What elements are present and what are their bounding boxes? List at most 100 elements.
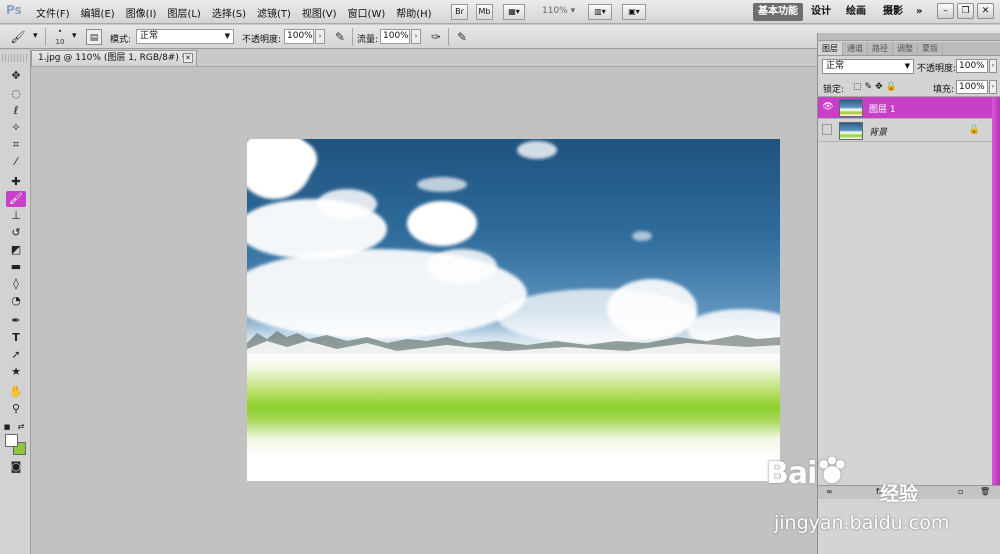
flow-slider-toggle[interactable]: ›	[411, 29, 421, 44]
hand-tool-icon[interactable]: ✋	[6, 384, 26, 400]
layer-row[interactable]: 背景 🔒	[818, 120, 992, 142]
view-extras-button[interactable]: ▦▾	[503, 4, 525, 20]
delete-layer-icon[interactable]: 🗑	[980, 487, 990, 496]
menu-window[interactable]: 窗口(W)	[348, 5, 386, 20]
marquee-tool-icon[interactable]: ◌	[6, 86, 26, 102]
scrollbar-thumb[interactable]	[992, 97, 1000, 485]
image-canvas[interactable]	[247, 139, 780, 481]
pen-tool-icon[interactable]: ✒	[6, 313, 26, 329]
tab-adjustments[interactable]: 调整	[893, 42, 918, 55]
baidu-paw-icon	[817, 456, 848, 486]
workspace-design[interactable]: 设计	[806, 3, 836, 21]
brush-icon: 🖌	[10, 30, 26, 44]
menu-image[interactable]: 图像(I)	[126, 5, 157, 20]
fill-slider-toggle[interactable]: ›	[989, 80, 997, 94]
document-tab[interactable]: 1.jpg @ 110% (图层 1, RGB/8#) * ✕	[31, 50, 197, 66]
close-button[interactable]: ✕	[977, 3, 994, 19]
workspace-photography[interactable]: 摄影	[878, 3, 908, 21]
layer-row[interactable]: 👁 图层 1	[818, 97, 992, 119]
blur-tool-icon[interactable]: ◊	[6, 276, 26, 292]
grass-field	[247, 354, 780, 481]
menu-bar: Ps 文件(F) 编辑(E) 图像(I) 图层(L) 选择(S) 滤镜(T) 视…	[0, 0, 1000, 24]
zoom-tool-icon[interactable]: ⚲	[6, 401, 26, 417]
brush-preset-arrow[interactable]: ▾	[72, 31, 77, 41]
gradient-tool-icon[interactable]: ▬	[6, 259, 26, 275]
dodge-tool-icon[interactable]: ◔	[6, 293, 26, 309]
clone-stamp-tool-icon[interactable]: ⊥	[6, 208, 26, 224]
opacity-slider-toggle[interactable]: ›	[989, 59, 997, 73]
flow-input[interactable]: 100%	[380, 29, 410, 44]
lock-position-icon[interactable]: ✥	[875, 82, 883, 92]
brush-preset-picker[interactable]: • 10	[52, 27, 68, 46]
opacity-slider-toggle[interactable]: ›	[315, 29, 325, 44]
healing-brush-tool-icon[interactable]: ✚	[6, 174, 26, 190]
tab-masks[interactable]: 蒙版	[918, 42, 943, 55]
tool-preset-picker[interactable]: 🖌	[10, 29, 26, 45]
panel-grip[interactable]	[2, 54, 28, 62]
path-select-tool-icon[interactable]: ➚	[6, 347, 26, 363]
visibility-toggle[interactable]	[822, 124, 832, 135]
tab-channels[interactable]: 通道	[843, 42, 868, 55]
panel-grip[interactable]	[818, 33, 1000, 41]
photoshop-logo: Ps	[6, 3, 22, 17]
blend-mode-value: 正常	[826, 61, 845, 71]
brush-panel-toggle[interactable]: ▤	[86, 29, 102, 45]
minimize-icon: –	[943, 6, 948, 16]
airbrush-icon: ✑	[430, 30, 442, 44]
tool-preset-arrow[interactable]: ▾	[33, 31, 38, 41]
swap-colors-icon[interactable]: ⇄	[16, 419, 26, 435]
default-colors-icon[interactable]: ■	[2, 419, 12, 435]
lock-transparent-icon[interactable]: ⬚	[853, 82, 862, 92]
launch-bridge-button[interactable]: Br	[451, 4, 468, 20]
new-layer-icon[interactable]: ▫	[958, 487, 963, 496]
lock-all-icon[interactable]: 🔒	[886, 82, 897, 92]
eyedropper-tool-icon[interactable]: ⁄	[6, 154, 26, 170]
menu-layer[interactable]: 图层(L)	[167, 5, 200, 20]
menu-view[interactable]: 视图(V)	[302, 5, 337, 20]
minimize-button[interactable]: –	[937, 3, 954, 19]
brush-tool-icon[interactable]: 🖌	[6, 191, 26, 207]
watermark-text: Bai	[766, 456, 817, 491]
fill-input[interactable]: 100%	[956, 80, 988, 94]
layer-opacity-input[interactable]: 100%	[956, 59, 988, 73]
workspace-essentials[interactable]: 基本功能	[753, 3, 803, 21]
mini-bridge-button[interactable]: Mb	[476, 4, 493, 20]
cloud	[632, 231, 652, 241]
menu-edit[interactable]: 编辑(E)	[81, 5, 115, 20]
airbrush-button[interactable]: ✑	[428, 29, 444, 45]
close-icon[interactable]: ✕	[183, 53, 193, 63]
quick-mask-icon[interactable]: ◙	[6, 459, 26, 475]
move-tool-icon[interactable]: ✥	[6, 68, 26, 84]
arrange-documents-button[interactable]: ▥▾	[588, 4, 612, 20]
tablet-size-button[interactable]: ✎	[454, 29, 470, 45]
workspace-painting[interactable]: 绘画	[841, 3, 871, 21]
more-workspaces-button[interactable]: »	[911, 3, 927, 21]
lasso-tool-icon[interactable]: ℓ	[6, 103, 26, 119]
tablet-opacity-button[interactable]: ✎	[332, 29, 348, 45]
eraser-tool-icon[interactable]: ◩	[6, 242, 26, 258]
quick-select-tool-icon[interactable]: ✧	[6, 120, 26, 136]
type-tool-icon[interactable]: T	[6, 330, 26, 346]
menu-file[interactable]: 文件(F)	[36, 5, 70, 20]
tab-paths[interactable]: 路径	[868, 42, 893, 55]
menu-help[interactable]: 帮助(H)	[396, 5, 431, 20]
opacity-input[interactable]: 100%	[284, 29, 314, 44]
restore-button[interactable]: ❐	[957, 3, 974, 19]
layers-scrollbar[interactable]	[992, 97, 1000, 485]
zoom-level[interactable]: 110% ▾	[542, 6, 575, 16]
screen-mode-button[interactable]: ▣▾	[622, 4, 646, 20]
lock-image-icon[interactable]: ✎	[865, 82, 873, 92]
crop-tool-icon[interactable]: ⌗	[6, 137, 26, 153]
menu-filter[interactable]: 滤镜(T)	[257, 5, 291, 20]
layers-list: 👁 图层 1 背景 🔒	[818, 96, 1000, 485]
mode-select[interactable]: 正常 ▼	[136, 29, 234, 44]
foreground-color-swatch[interactable]	[5, 434, 18, 447]
cloud	[517, 141, 557, 159]
shape-tool-icon[interactable]: ★	[6, 364, 26, 380]
blend-mode-select[interactable]: 正常 ▼	[822, 59, 914, 74]
history-brush-tool-icon[interactable]: ↺	[6, 225, 26, 241]
menu-select[interactable]: 选择(S)	[212, 5, 246, 20]
tab-layers[interactable]: 图层	[818, 42, 843, 55]
screen-mode-icon: ▣▾	[628, 7, 640, 16]
eye-icon[interactable]: 👁	[822, 101, 834, 114]
